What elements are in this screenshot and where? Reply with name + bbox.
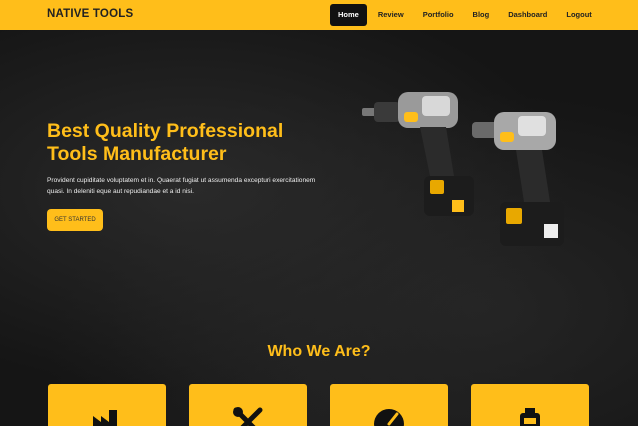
- brand-logo[interactable]: NATIVE TOOLS: [47, 8, 133, 20]
- get-started-button[interactable]: GET STARTED: [47, 209, 103, 231]
- main-nav: Home Review Portfolio Blog Dashboard Log…: [330, 4, 603, 26]
- drill-back: [362, 92, 474, 216]
- nav-home[interactable]: Home: [330, 4, 367, 26]
- feature-card[interactable]: [471, 384, 589, 426]
- wrench-screwdriver-icon: [233, 407, 263, 426]
- drill-front: [472, 112, 564, 246]
- nav-logout[interactable]: Logout: [558, 4, 599, 26]
- hero-description: Provident cupiditate voluptatem et in. Q…: [47, 177, 316, 195]
- battery-icon: [520, 408, 540, 426]
- hero-title: Best Quality Professional Tools Manufact…: [47, 120, 347, 165]
- nav-portfolio[interactable]: Portfolio: [415, 4, 462, 26]
- section-title-who-we-are: Who We Are?: [267, 343, 371, 360]
- feature-card[interactable]: [48, 384, 166, 426]
- factory-icon: [93, 410, 117, 426]
- hero-title-line1: Best Quality Professional: [47, 120, 284, 142]
- hero-title-line2: Tools Manufacturer: [47, 142, 227, 165]
- nav-blog[interactable]: Blog: [465, 4, 498, 26]
- nav-review[interactable]: Review: [370, 4, 412, 26]
- feature-card[interactable]: [330, 384, 448, 426]
- nav-dashboard[interactable]: Dashboard: [500, 4, 555, 26]
- gauge-icon: [374, 409, 404, 426]
- navbar: NATIVE TOOLS Home Review Portfolio Blog …: [0, 0, 638, 30]
- feature-card[interactable]: [189, 384, 307, 426]
- power-drill-set-image: [362, 92, 564, 246]
